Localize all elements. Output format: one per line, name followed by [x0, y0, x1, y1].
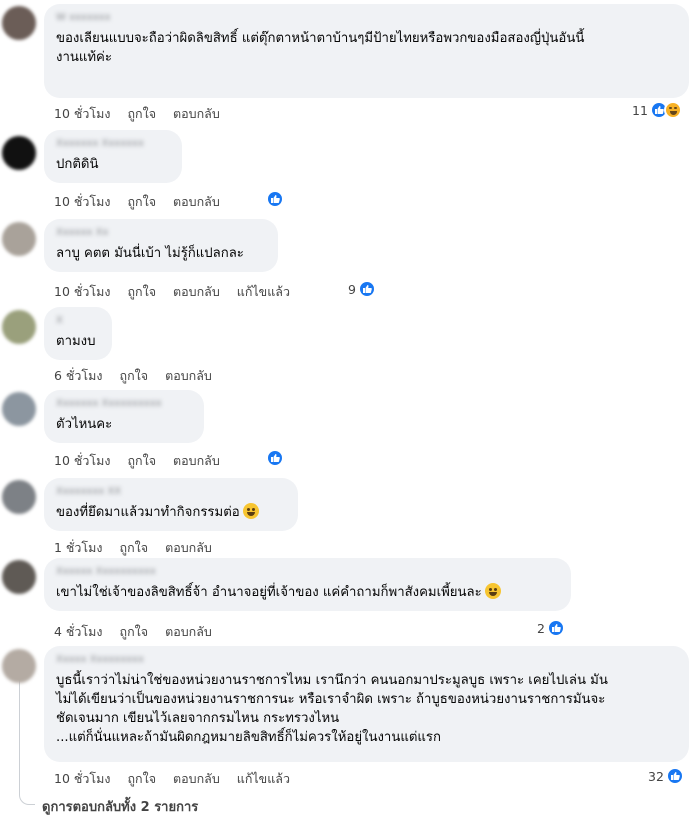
comment-text: ของที่ยึดมาแล้วมาทำกิจกรรมต่อ	[56, 503, 286, 522]
comment-bubble: Xxxxxxx Xxxxxxxxxx ตัวไหนคะ	[44, 390, 204, 443]
comment-text: ตัวไหนคะ	[56, 415, 192, 434]
reply-link[interactable]: ตอบกลับ	[165, 366, 212, 386]
comment-time[interactable]: 4 ชั่วโมง	[54, 622, 103, 642]
reply-link[interactable]: ตอบกลับ	[165, 538, 212, 558]
comment-bubble: Xxxxxxx Xxxxxxx ปกติดินิ	[44, 130, 182, 183]
comment-line: ตามงบ	[56, 334, 96, 349]
like-reaction-icon	[357, 280, 376, 298]
avatar[interactable]	[2, 222, 36, 256]
haha-reaction-icon	[663, 101, 682, 119]
like-link[interactable]: ถูกใจ	[127, 282, 156, 302]
edited-label: แก้ไขแล้ว	[236, 771, 290, 786]
comment-time[interactable]: 10 ชั่วโมง	[54, 451, 110, 471]
reaction-summary[interactable]: 32	[648, 767, 684, 785]
comment-text: ตามงบ	[56, 332, 100, 351]
reaction-count: 9	[348, 281, 356, 297]
comment-line: ...แต่ก็นั่นแหละถ้ามันผิดกฎหมายลิขสิทธิ์…	[56, 730, 441, 745]
comment-line: เขาไม่ใช่เจ้าของลิขสิทธิ์จ้า อำนาจอยู่ที…	[56, 585, 482, 600]
reaction-summary[interactable]: 11	[632, 101, 682, 119]
comment-author[interactable]: Xxxxxx Xx	[56, 226, 266, 240]
avatar[interactable]	[2, 649, 36, 683]
like-link[interactable]: ถูกใจ	[127, 104, 156, 124]
view-replies-link[interactable]: ดูการตอบกลับทั้ง 2 รายการ	[42, 796, 198, 817]
reaction-summary[interactable]	[266, 449, 284, 467]
reply-link[interactable]: ตอบกลับ	[173, 451, 220, 471]
reaction-count: 32	[648, 768, 664, 784]
laughing-emoji-icon	[484, 583, 501, 599]
like-link[interactable]: ถูกใจ	[120, 538, 149, 558]
like-link[interactable]: ถูกใจ	[120, 366, 149, 386]
comment-text: ลาบู คตต มันนี่เบ้า ไม่รู้ก็แปลกละ	[56, 244, 266, 263]
comment-line: ลาบู คตต มันนี่เบ้า ไม่รู้ก็แปลกละ	[56, 246, 244, 261]
comment-text: เขาไม่ใช่เจ้าของลิขสิทธิ์จ้า อำนาจอยู่ที…	[56, 583, 559, 602]
comment-line: ของที่ยึดมาแล้วมาทำกิจกรรมต่อ	[56, 505, 240, 520]
like-reaction-icon	[546, 619, 565, 637]
comment-actions: 6 ชั่วโมง ถูกใจ ตอบกลับ	[54, 366, 212, 386]
comment-author[interactable]: Xxxxx Xxxxxxxxx	[56, 653, 677, 667]
comment-text: บูธนี้เราว่าไม่น่าใช่ของหน่วยงานราชการไห…	[56, 671, 677, 747]
comment-actions: 10 ชั่วโมง ถูกใจ ตอบกลับ แก้ไขแล้ว	[54, 769, 290, 789]
like-reaction-icon	[266, 190, 284, 208]
reaction-count: 11	[632, 102, 648, 118]
comment-line: ปกติดินิ	[56, 157, 99, 172]
reaction-summary[interactable]	[266, 190, 284, 208]
comment-time[interactable]: 10 ชั่วโมง	[54, 282, 110, 302]
comment-author[interactable]: Xxxxxxxx XX	[56, 485, 286, 499]
grinning-emoji-icon	[242, 503, 259, 519]
comment-bubble: Xxxxxxxx XX ของที่ยึดมาแล้วมาทำกิจกรรมต่…	[44, 478, 298, 531]
comment-text: ของเลียนแบบจะถือว่าผิดลิขสิทธิ์ แต่ตุ๊กต…	[56, 29, 677, 67]
reply-link[interactable]: ตอบกลับ	[173, 282, 220, 302]
comment-actions: 1 ชั่วโมง ถูกใจ ตอบกลับ	[54, 538, 212, 558]
comment-bubble: Xxxxx Xxxxxxxxx บูธนี้เราว่าไม่น่าใช่ของ…	[44, 646, 689, 762]
comment-author[interactable]: Xxxxxx Xxxxxxxxxx	[56, 565, 559, 579]
comment-actions: 10 ชั่วโมง ถูกใจ ตอบกลับ	[54, 451, 220, 471]
avatar[interactable]	[2, 310, 36, 344]
reaction-summary[interactable]: 9	[348, 280, 376, 298]
comment-time[interactable]: 10 ชั่วโมง	[54, 192, 110, 212]
comment-author[interactable]: X	[56, 314, 100, 328]
reply-link[interactable]: ตอบกลับ	[173, 192, 220, 212]
reply-thread-line	[19, 677, 35, 805]
reply-link[interactable]: ตอบกลับ	[165, 622, 212, 642]
comment-author[interactable]: W xxxxxxx	[56, 11, 677, 25]
comment-time[interactable]: 6 ชั่วโมง	[54, 366, 103, 386]
comment-bubble: W xxxxxxx ของเลียนแบบจะถือว่าผิดลิขสิทธิ…	[44, 4, 689, 98]
avatar[interactable]	[2, 6, 36, 40]
comment-text: ปกติดินิ	[56, 155, 170, 174]
like-link[interactable]: ถูกใจ	[127, 769, 156, 789]
comment-author[interactable]: Xxxxxxx Xxxxxxxxxx	[56, 397, 192, 411]
comment-actions: 4 ชั่วโมง ถูกใจ ตอบกลับ	[54, 622, 212, 642]
like-link[interactable]: ถูกใจ	[127, 451, 156, 471]
comment-line: ของเลียนแบบจะถือว่าผิดลิขสิทธิ์ แต่ตุ๊กต…	[56, 31, 585, 46]
comment-line: งานแท้ค่ะ	[56, 50, 112, 65]
comment-line: ตัวไหนคะ	[56, 417, 113, 432]
comment-bubble: Xxxxxx Xxxxxxxxxx เขาไม่ใช่เจ้าของลิขสิท…	[44, 558, 571, 611]
comment-line: บูธนี้เราว่าไม่น่าใช่ของหน่วยงานราชการไห…	[56, 673, 608, 688]
comment-actions: 10 ชั่วโมง ถูกใจ ตอบกลับ	[54, 104, 220, 124]
like-link[interactable]: ถูกใจ	[120, 622, 149, 642]
comment-time[interactable]: 10 ชั่วโมง	[54, 769, 110, 789]
like-reaction-icon	[665, 767, 684, 785]
avatar[interactable]	[2, 480, 36, 514]
like-link[interactable]: ถูกใจ	[127, 192, 156, 212]
comment-bubble: X ตามงบ	[44, 307, 112, 360]
comment-author[interactable]: Xxxxxxx Xxxxxxx	[56, 137, 170, 151]
avatar[interactable]	[2, 392, 36, 426]
comment-line: ชัดเจนมาก เขียนไว้เลยจากกรมไหน กระทรวงไห…	[56, 711, 340, 726]
reaction-count: 2	[537, 620, 545, 636]
avatar[interactable]	[2, 136, 36, 170]
comment-bubble: Xxxxxx Xx ลาบู คตต มันนี่เบ้า ไม่รู้ก็แป…	[44, 219, 278, 272]
comment-time[interactable]: 10 ชั่วโมง	[54, 104, 110, 124]
reply-link[interactable]: ตอบกลับ	[173, 104, 220, 124]
avatar[interactable]	[2, 560, 36, 594]
edited-label: แก้ไขแล้ว	[236, 284, 290, 299]
comment-actions: 10 ชั่วโมง ถูกใจ ตอบกลับ แก้ไขแล้ว	[54, 282, 290, 302]
comment-line: ไม่ได้เขียนว่าเป็นของหน่วยงานราชการนะ หร…	[56, 692, 606, 707]
reaction-summary[interactable]: 2	[537, 619, 565, 637]
like-reaction-icon	[266, 449, 284, 467]
reply-link[interactable]: ตอบกลับ	[173, 769, 220, 789]
comment-time[interactable]: 1 ชั่วโมง	[54, 538, 103, 558]
comment-actions: 10 ชั่วโมง ถูกใจ ตอบกลับ	[54, 192, 220, 212]
